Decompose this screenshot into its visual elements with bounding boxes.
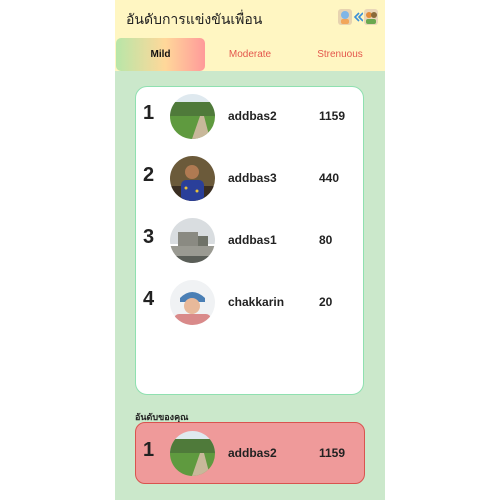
friends-icon[interactable] <box>364 9 378 25</box>
rank-number: 3 <box>143 226 155 248</box>
leaderboard-row[interactable]: 2 addbas3 440 <box>136 154 365 204</box>
avatar <box>170 94 215 139</box>
page-title: อันดับการแข่งขันเพื่อน <box>126 11 263 27</box>
rank-number: 1 <box>143 439 155 461</box>
score: 1159 <box>319 446 346 460</box>
your-rank-row: 1 addbas2 1159 <box>136 429 365 479</box>
avatar <box>170 218 215 263</box>
username: addbas3 <box>228 171 277 185</box>
leaderboard-row[interactable]: 1 addbas2 1159 <box>136 92 365 142</box>
tab-moderate[interactable]: Moderate <box>205 38 295 71</box>
avatar <box>170 280 215 325</box>
app-header: อันดับการแข่งขันเพื่อน <box>115 0 385 38</box>
rank-number: 1 <box>143 102 155 124</box>
leaderboard-screen: อันดับการแข่งขันเพื่อน Mild Moderate Str… <box>115 0 385 500</box>
username: addbas1 <box>228 233 277 247</box>
avatar <box>170 431 215 476</box>
username: chakkarin <box>228 295 285 309</box>
leaderboard-list: 1 addbas2 1159 2 addbas3 440 3 addbas1 8… <box>135 86 364 395</box>
avatar-icon[interactable] <box>338 9 352 25</box>
score: 440 <box>319 171 340 185</box>
difficulty-tabs: Mild Moderate Strenuous <box>115 38 385 71</box>
your-rank-card[interactable]: 1 addbas2 1159 <box>135 422 365 484</box>
avatar <box>170 156 215 201</box>
tab-mild[interactable]: Mild <box>116 38 205 71</box>
username: addbas2 <box>228 109 277 123</box>
score: 20 <box>319 295 333 309</box>
score: 1159 <box>319 109 346 123</box>
tab-strenuous[interactable]: Strenuous <box>295 38 385 71</box>
username: addbas2 <box>228 446 277 460</box>
score: 80 <box>319 233 333 247</box>
leaderboard-row[interactable]: 3 addbas1 80 <box>136 216 365 266</box>
leaderboard-row[interactable]: 4 chakkarin 20 <box>136 278 365 328</box>
rank-number: 4 <box>143 288 155 310</box>
rank-number: 2 <box>143 164 155 186</box>
header-icons <box>338 9 378 25</box>
back-arrows-icon[interactable] <box>353 9 364 25</box>
